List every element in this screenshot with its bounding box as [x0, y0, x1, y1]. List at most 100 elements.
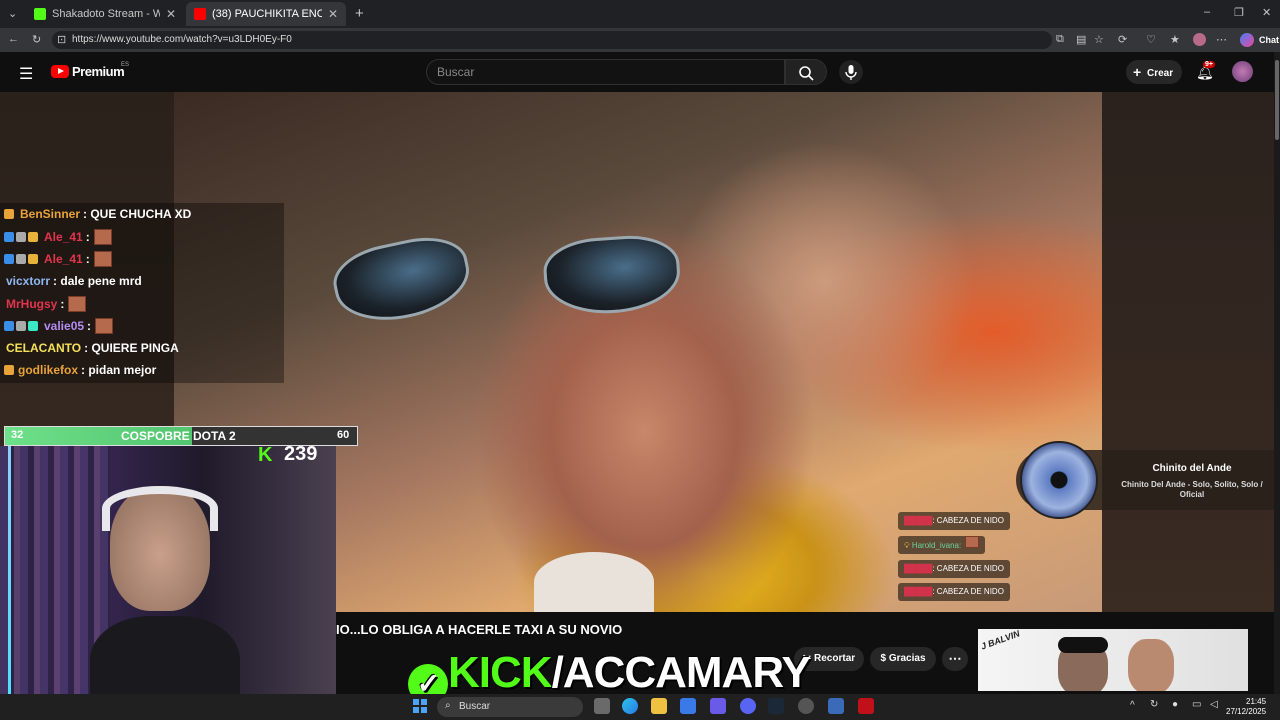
new-tab-button[interactable]: +: [355, 5, 364, 22]
teams-icon[interactable]: [710, 698, 726, 714]
tab-youtube-video[interactable]: (38) PAUCHIKITA ENCARA TAXISTA ✕: [186, 2, 346, 26]
tab-title: (38) PAUCHIKITA ENCARA TAXISTA: [212, 8, 322, 20]
create-button[interactable]: + Crear: [1126, 60, 1182, 84]
more-actions-button[interactable]: ⋯: [942, 647, 968, 671]
badge-icon: [4, 232, 14, 242]
favorite-star-icon[interactable]: ☆: [1094, 33, 1104, 46]
file-explorer-icon[interactable]: [651, 698, 667, 714]
video-chat-line: 💡︎ Harold_ivana:: [898, 536, 986, 554]
chat-message: BenSinner : QUE CHUCHA XD: [4, 204, 191, 224]
taskbar-search-input[interactable]: Buscar: [437, 697, 583, 717]
chat-text: :: [60, 297, 65, 311]
streamer-webcam: [0, 446, 336, 720]
account-avatar[interactable]: [1232, 61, 1253, 82]
hamburger-menu-icon[interactable]: ☰: [19, 64, 33, 84]
emote-icon: [68, 296, 87, 312]
chat-message: Ale_41 :: [4, 227, 112, 247]
kick-favicon-icon: [34, 8, 46, 20]
app-icon[interactable]: [798, 698, 814, 714]
translate-icon[interactable]: ⧉: [1056, 33, 1064, 46]
goal-current: 32: [11, 429, 24, 441]
thanks-button[interactable]: $ Gracias: [870, 647, 936, 671]
music-track: Chinito Del Ande - Solo, Solito, Solo / …: [1121, 480, 1263, 499]
extensions-icon[interactable]: ⟳: [1118, 33, 1127, 46]
tray-network-icon[interactable]: ▭: [1192, 699, 1201, 710]
maximize-icon[interactable]: ❐: [1234, 6, 1244, 19]
discord-icon[interactable]: [740, 698, 756, 714]
url-field[interactable]: https://www.youtube.com/watch?v=u3LDH0Ey…: [52, 31, 1052, 49]
tray-mic-icon[interactable]: ●: [1172, 699, 1178, 710]
sunglasses-left-lens: [327, 228, 477, 332]
tab-kick-stream[interactable]: Shakadoto Stream - Watch Live on ✕: [26, 2, 184, 26]
tray-sync-icon[interactable]: ↻: [1150, 699, 1158, 710]
chat-text: : QUE CHUCHA XD: [83, 207, 192, 221]
shirt-collar: [534, 552, 654, 612]
clip-label: Recortar: [814, 653, 856, 664]
close-tab-icon[interactable]: ✕: [166, 7, 176, 21]
site-info-icon[interactable]: ⊡: [57, 33, 66, 46]
region-code: ES: [121, 62, 130, 68]
badge-icon: [16, 254, 26, 264]
kick-prefix: KICK: [448, 648, 553, 697]
video-letterbox-right: [1102, 92, 1280, 612]
thumbnail-person: [1128, 639, 1174, 691]
back-icon[interactable]: ←: [8, 33, 19, 45]
window-close-icon[interactable]: ✕: [1262, 6, 1271, 19]
chat-text: :: [85, 252, 90, 266]
more-options-icon[interactable]: ⋯: [1216, 33, 1227, 46]
youtube-premium-logo[interactable]: Premium: [72, 64, 125, 79]
system-clock[interactable]: 21:45 27/12/2025: [1226, 697, 1266, 717]
taskbar-search-icon: ⌕: [445, 700, 451, 711]
tab-title: Shakadoto Stream - Watch Live on: [52, 8, 160, 20]
crown-badge-icon: [4, 365, 14, 375]
settings-gear-icon[interactable]: [828, 698, 844, 714]
chat-text: : pidan mejor: [81, 363, 157, 377]
tab-menu-chevron-icon[interactable]: ⌄: [8, 7, 17, 20]
viewer-count: 239: [284, 443, 318, 465]
chat-message: godlikefox : pidan mejor: [4, 360, 156, 380]
task-view-icon[interactable]: [594, 698, 610, 714]
browser-essentials-icon[interactable]: ♡: [1146, 33, 1156, 46]
scrollbar-thumb[interactable]: [1275, 60, 1279, 140]
chat-text: : dale pene mrd: [53, 274, 142, 288]
goal-label: COSPOBRE DOTA 2: [121, 429, 236, 443]
minimize-icon[interactable]: –: [1204, 6, 1210, 18]
badge-icon: [16, 321, 26, 331]
store-icon[interactable]: [680, 698, 696, 714]
recommended-thumbnail[interactable]: J BALVIN: [978, 629, 1248, 691]
chat-message: Ale_41 :: [4, 249, 112, 269]
steam-icon[interactable]: [768, 698, 784, 714]
plus-icon: +: [1133, 64, 1142, 80]
copilot-icon[interactable]: [1240, 33, 1254, 47]
reader-icon[interactable]: ▤: [1076, 33, 1086, 46]
clock-time: 21:45: [1246, 697, 1267, 706]
goal-target: 60: [337, 429, 350, 441]
chat-message: CELACANTO : QUIERE PINGA: [4, 338, 179, 358]
chat-username: MrHugsy: [6, 297, 58, 311]
windows-start-icon[interactable]: [413, 699, 427, 713]
dota-icon[interactable]: [858, 698, 874, 714]
search-icon: [799, 66, 814, 81]
chat-username: godlikefox: [18, 363, 79, 377]
voice-search-button[interactable]: [839, 60, 863, 84]
copilot-chat-label[interactable]: Chat: [1259, 35, 1279, 45]
notifications-badge: 9+: [1203, 61, 1215, 68]
video-chat-line: █████: CABEZA DE NIDO: [898, 560, 1010, 578]
close-tab-icon[interactable]: ✕: [328, 7, 338, 21]
windows-taskbar: [0, 694, 1280, 720]
search-button[interactable]: [785, 59, 827, 85]
page-scrollbar[interactable]: [1274, 52, 1280, 694]
reload-icon[interactable]: ↻: [32, 33, 41, 46]
profile-avatar[interactable]: [1193, 33, 1206, 46]
favorites-icon[interactable]: ★: [1170, 33, 1180, 46]
youtube-logo-icon[interactable]: [51, 65, 69, 78]
tray-chevron-up-icon[interactable]: ^: [1130, 700, 1135, 711]
video-title: IO...LO OBLIGA A HACERLE TAXI A SU NOVIO: [336, 622, 623, 637]
search-input[interactable]: Buscar: [426, 59, 785, 85]
headphones: [102, 486, 218, 531]
music-artist: Chinito del Ande: [1152, 463, 1232, 474]
badge-icon: [4, 254, 14, 264]
edge-browser-icon[interactable]: [622, 698, 638, 714]
tray-volume-icon[interactable]: ◁: [1210, 699, 1218, 710]
microphone-icon: [845, 65, 857, 80]
